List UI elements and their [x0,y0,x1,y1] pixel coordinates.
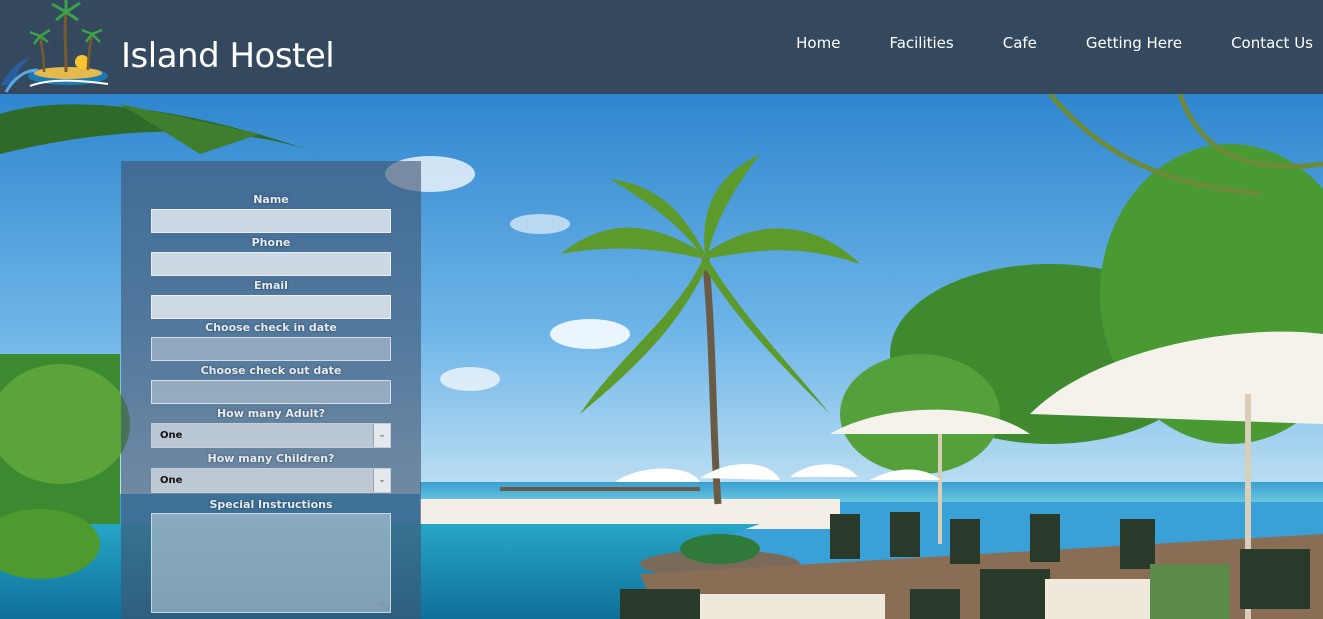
nav-contact-us[interactable]: Contact Us [1231,34,1313,52]
instructions-label: Special Instructions [209,498,333,511]
booking-form: Name Phone Email Choose check in date Ch… [121,161,421,619]
site-header: Island Hostel Home Facilities Cafe Getti… [0,0,1323,94]
site-brand-title[interactable]: Island Hostel [121,36,335,76]
nav-facilities[interactable]: Facilities [889,34,953,52]
main-nav: Home Facilities Cafe Getting Here Contac… [747,34,1313,52]
resize-grip-icon[interactable]: ⋱ [380,601,388,610]
phone-field[interactable] [151,252,391,276]
name-field[interactable] [151,209,391,233]
email-field[interactable] [151,295,391,319]
name-label: Name [253,193,289,206]
palm-island-logo-icon[interactable] [0,0,112,94]
chevron-down-icon[interactable]: ⌄ [373,424,390,447]
checkout-date-field[interactable] [151,380,391,404]
nav-cafe[interactable]: Cafe [1003,34,1037,52]
adults-select[interactable]: One ⌄ [151,423,391,448]
phone-label: Phone [251,236,291,249]
nav-getting-here[interactable]: Getting Here [1086,34,1182,52]
adults-label: How many Adult? [216,407,326,420]
adults-selected-value: One [160,430,183,441]
children-selected-value: One [160,475,183,486]
checkout-label: Choose check out date [200,364,342,377]
children-label: How many Children? [207,452,335,465]
nav-home[interactable]: Home [796,34,840,52]
children-select[interactable]: One ⌄ [151,468,391,493]
special-instructions-textarea[interactable]: ⋱ [151,513,391,613]
checkin-label: Choose check in date [205,321,337,334]
email-label: Email [254,279,288,292]
checkin-date-field[interactable] [151,337,391,361]
chevron-down-icon[interactable]: ⌄ [373,469,390,492]
